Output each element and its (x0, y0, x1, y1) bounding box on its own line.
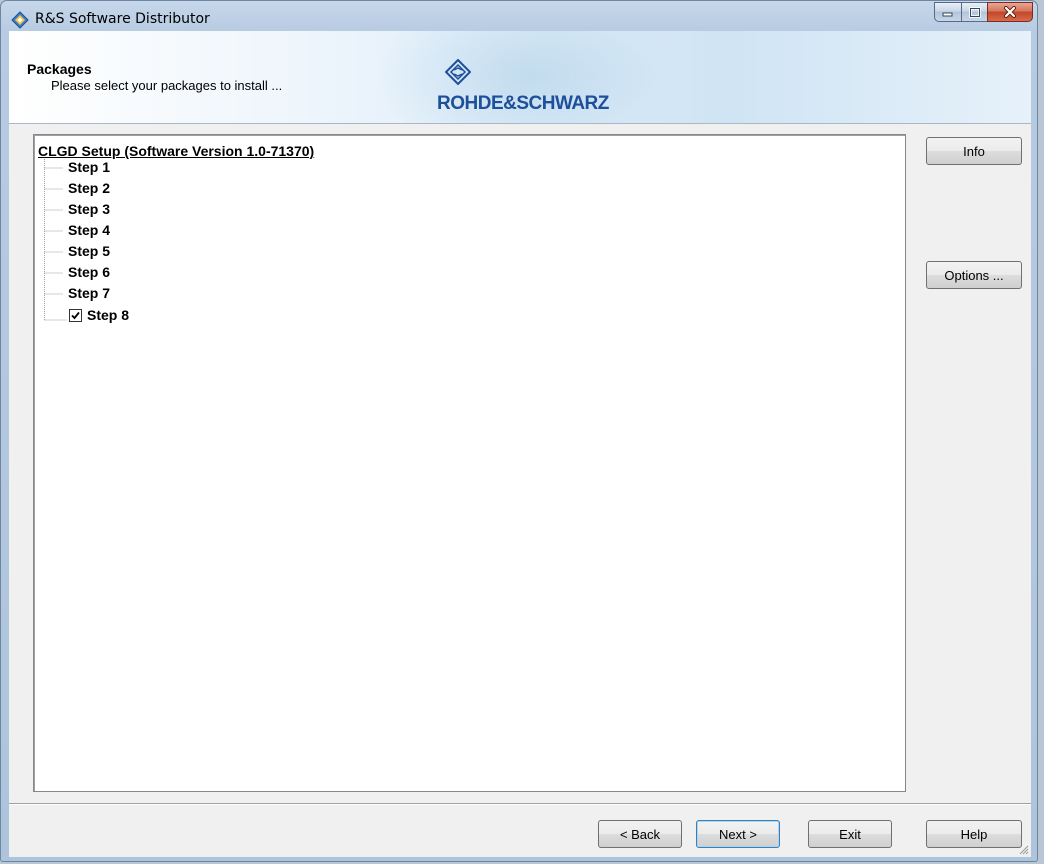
tree-item-step-7[interactable]: Step 7 (68, 285, 110, 301)
brand-logo-text: ROHDE&SCHWARZ (437, 93, 609, 114)
close-button[interactable] (987, 2, 1033, 22)
caption-buttons (934, 2, 1033, 22)
help-button[interactable]: Help (926, 820, 1022, 848)
resize-grip-icon[interactable] (1017, 843, 1029, 855)
rs-diamond-logo-icon (445, 59, 471, 85)
info-button[interactable]: Info (926, 137, 1022, 165)
footer-separator (9, 803, 1031, 805)
tree-item-step-6[interactable]: Step 6 (68, 264, 110, 280)
package-tree[interactable]: CLGD Setup (Software Version 1.0-71370) … (33, 134, 906, 792)
page-subtitle: Please select your packages to install .… (51, 78, 283, 93)
minimize-icon (942, 12, 953, 17)
wizard-header: Packages Please select your packages to … (9, 31, 1031, 124)
checkmark-icon (71, 311, 80, 319)
title-bar[interactable]: R&S Software Distributor (1, 1, 1037, 35)
tree-item-step-3[interactable]: Step 3 (68, 201, 110, 217)
app-window: R&S Software Distributor Packages Please… (0, 0, 1038, 862)
window-title: R&S Software Distributor (35, 11, 210, 27)
maximize-icon (968, 6, 981, 18)
tree-item-label: Step 8 (87, 307, 130, 323)
options-button[interactable]: Options ... (926, 261, 1022, 289)
client-area: Packages Please select your packages to … (9, 31, 1031, 857)
tree-item-step-5[interactable]: Step 5 (68, 243, 110, 259)
page-title: Packages (27, 61, 92, 77)
next-button[interactable]: Next > (696, 820, 780, 848)
tree-root-item[interactable]: CLGD Setup (Software Version 1.0-71370) (38, 143, 314, 159)
rs-diamond-icon (11, 11, 29, 29)
tree-item-step-8[interactable]: Step 8 (69, 307, 129, 323)
close-icon (1004, 6, 1016, 18)
minimize-button[interactable] (934, 2, 961, 22)
exit-button[interactable]: Exit (808, 820, 892, 848)
tree-item-step-4[interactable]: Step 4 (68, 222, 110, 238)
maximize-button[interactable] (961, 2, 987, 22)
tree-item-step-1[interactable]: Step 1 (68, 159, 110, 175)
tree-item-step-2[interactable]: Step 2 (68, 180, 110, 196)
back-button[interactable]: < Back (598, 820, 682, 848)
step-8-checkbox[interactable] (69, 308, 82, 322)
